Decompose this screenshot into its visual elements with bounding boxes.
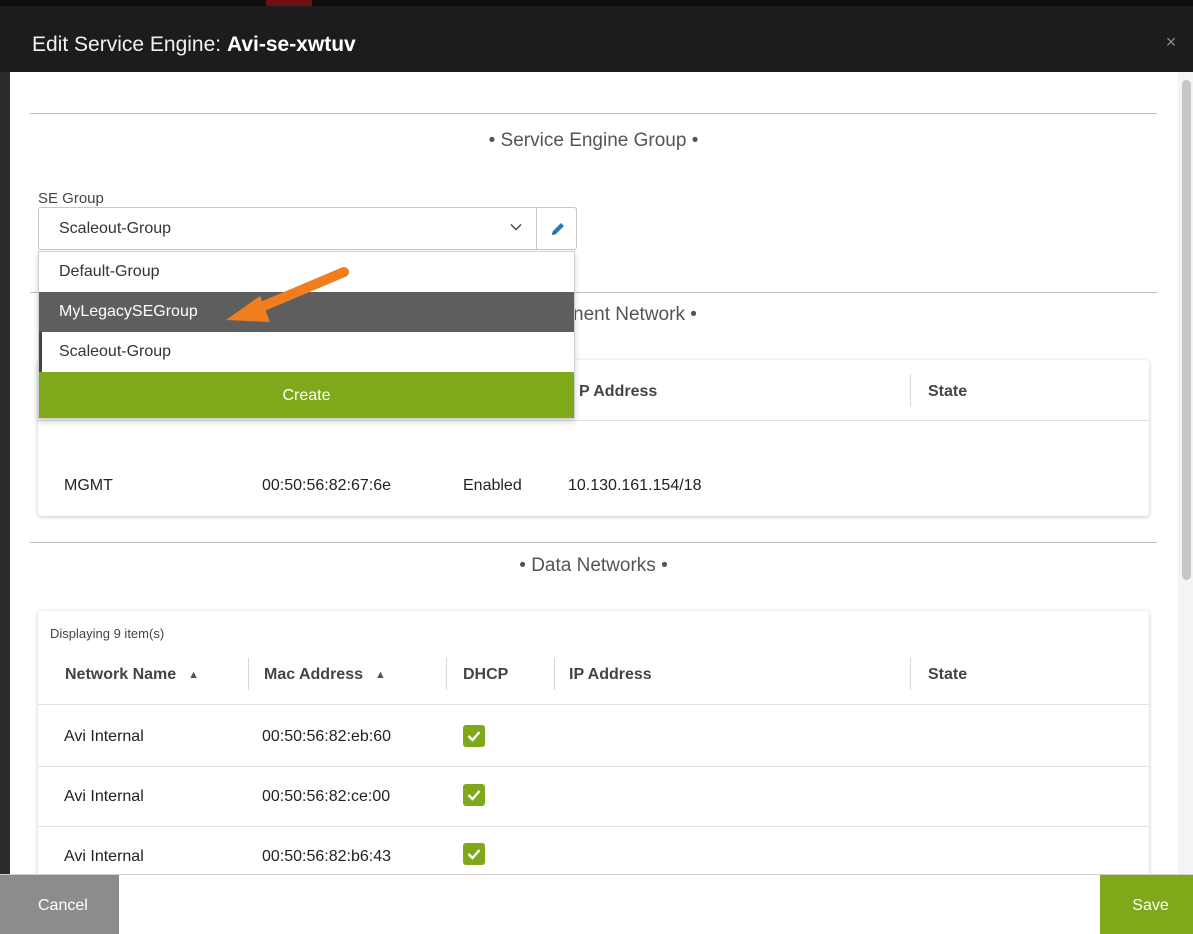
arrow-annotation-icon [226, 267, 349, 322]
background-tab-marker [266, 0, 312, 6]
create-se-group-button[interactable]: Create [39, 372, 574, 418]
item-count: Displaying 9 item(s) [50, 626, 165, 641]
sort-icon[interactable]: ▲︎ [375, 669, 386, 681]
dialog-footer: Cancel Save [0, 874, 1193, 934]
row-divider [38, 766, 1149, 767]
section-heading-data-networks: • Data Networks • [30, 542, 1157, 578]
sort-icon[interactable]: ▲︎ [188, 669, 199, 681]
dhcp-checkbox[interactable] [463, 725, 485, 747]
row-divider [38, 826, 1149, 827]
service-engine-name: Avi-se-xwtuv [226, 33, 356, 56]
data-networks-table: Displaying 9 item(s) Network Name ▲︎ Mac … [38, 611, 1149, 891]
column-header-mac-address[interactable]: Mac Address ▲︎ [264, 666, 386, 684]
pencil-icon [552, 223, 564, 235]
chevron-down-icon [510, 224, 522, 231]
se-group-heading-text: • Service Engine Group • [488, 130, 699, 151]
column-header-ip[interactable]: P Address [579, 383, 657, 401]
se-group-selected-value: Scaleout-Group [59, 220, 172, 237]
se-group-select[interactable]: Scaleout-Group [38, 207, 536, 250]
column-divider [248, 658, 249, 690]
column-header-network-name[interactable]: Network Name ▲︎ [65, 666, 199, 684]
column-header-ip-address[interactable]: IP Address [569, 666, 652, 684]
column-header-state[interactable]: State [928, 666, 967, 684]
column-header-state[interactable]: State [928, 383, 967, 401]
column-header-mac-label: Mac Address [264, 666, 363, 683]
mgmt-network-name: MGMT [64, 477, 113, 494]
network-name-cell: Avi Internal [64, 728, 144, 745]
check-icon [467, 849, 481, 860]
dhcp-checkbox[interactable] [463, 784, 485, 806]
background-edge [0, 72, 10, 874]
scrollbar-thumb[interactable] [1182, 80, 1191, 580]
dialog-title-prefix: Edit Service Engine: [32, 33, 227, 56]
close-icon[interactable]: × [1163, 33, 1179, 51]
mac-address-cell: 00:50:56:82:ce:00 [262, 788, 391, 805]
cancel-button[interactable]: Cancel [0, 875, 119, 934]
edit-se-group-button[interactable] [536, 207, 577, 250]
column-divider [554, 658, 555, 690]
dhcp-checkbox[interactable] [463, 843, 485, 865]
header-divider [38, 704, 1149, 705]
mgmt-mac-address: 00:50:56:82:67:6e [262, 477, 392, 494]
network-name-cell: Avi Internal [64, 788, 144, 805]
save-button[interactable]: Save [1100, 875, 1193, 934]
section-heading-se-group: • Service Engine Group • [30, 113, 1157, 153]
check-icon [467, 731, 481, 742]
mac-address-cell: 00:50:56:82:eb:60 [262, 728, 392, 745]
mac-address-cell: 00:50:56:82:b6:43 [262, 848, 392, 865]
column-divider [910, 374, 911, 406]
network-name-cell: Avi Internal [64, 848, 144, 865]
mgmt-heading-text: nent Network • [573, 304, 697, 325]
dialog-titlebar: Edit Service Engine: Avi-se-xwtuv × [0, 0, 1193, 72]
mgmt-ip-address: 10.130.161.154/18 [568, 477, 702, 494]
check-icon [467, 790, 481, 801]
data-networks-heading-text: • Data Networks • [519, 555, 668, 576]
column-header-dhcp[interactable]: DHCP [463, 666, 508, 684]
column-divider [910, 658, 911, 690]
dialog-title: Edit Service Engine: Avi-se-xwtuv [32, 33, 356, 57]
mgmt-dhcp-status: Enabled [463, 477, 522, 494]
header-divider [38, 420, 1149, 421]
se-group-label: SE Group [38, 190, 104, 207]
dropdown-option-scaleout-group[interactable]: Scaleout-Group [39, 332, 574, 372]
column-divider [446, 658, 447, 690]
column-header-network-name-label: Network Name [65, 666, 177, 683]
